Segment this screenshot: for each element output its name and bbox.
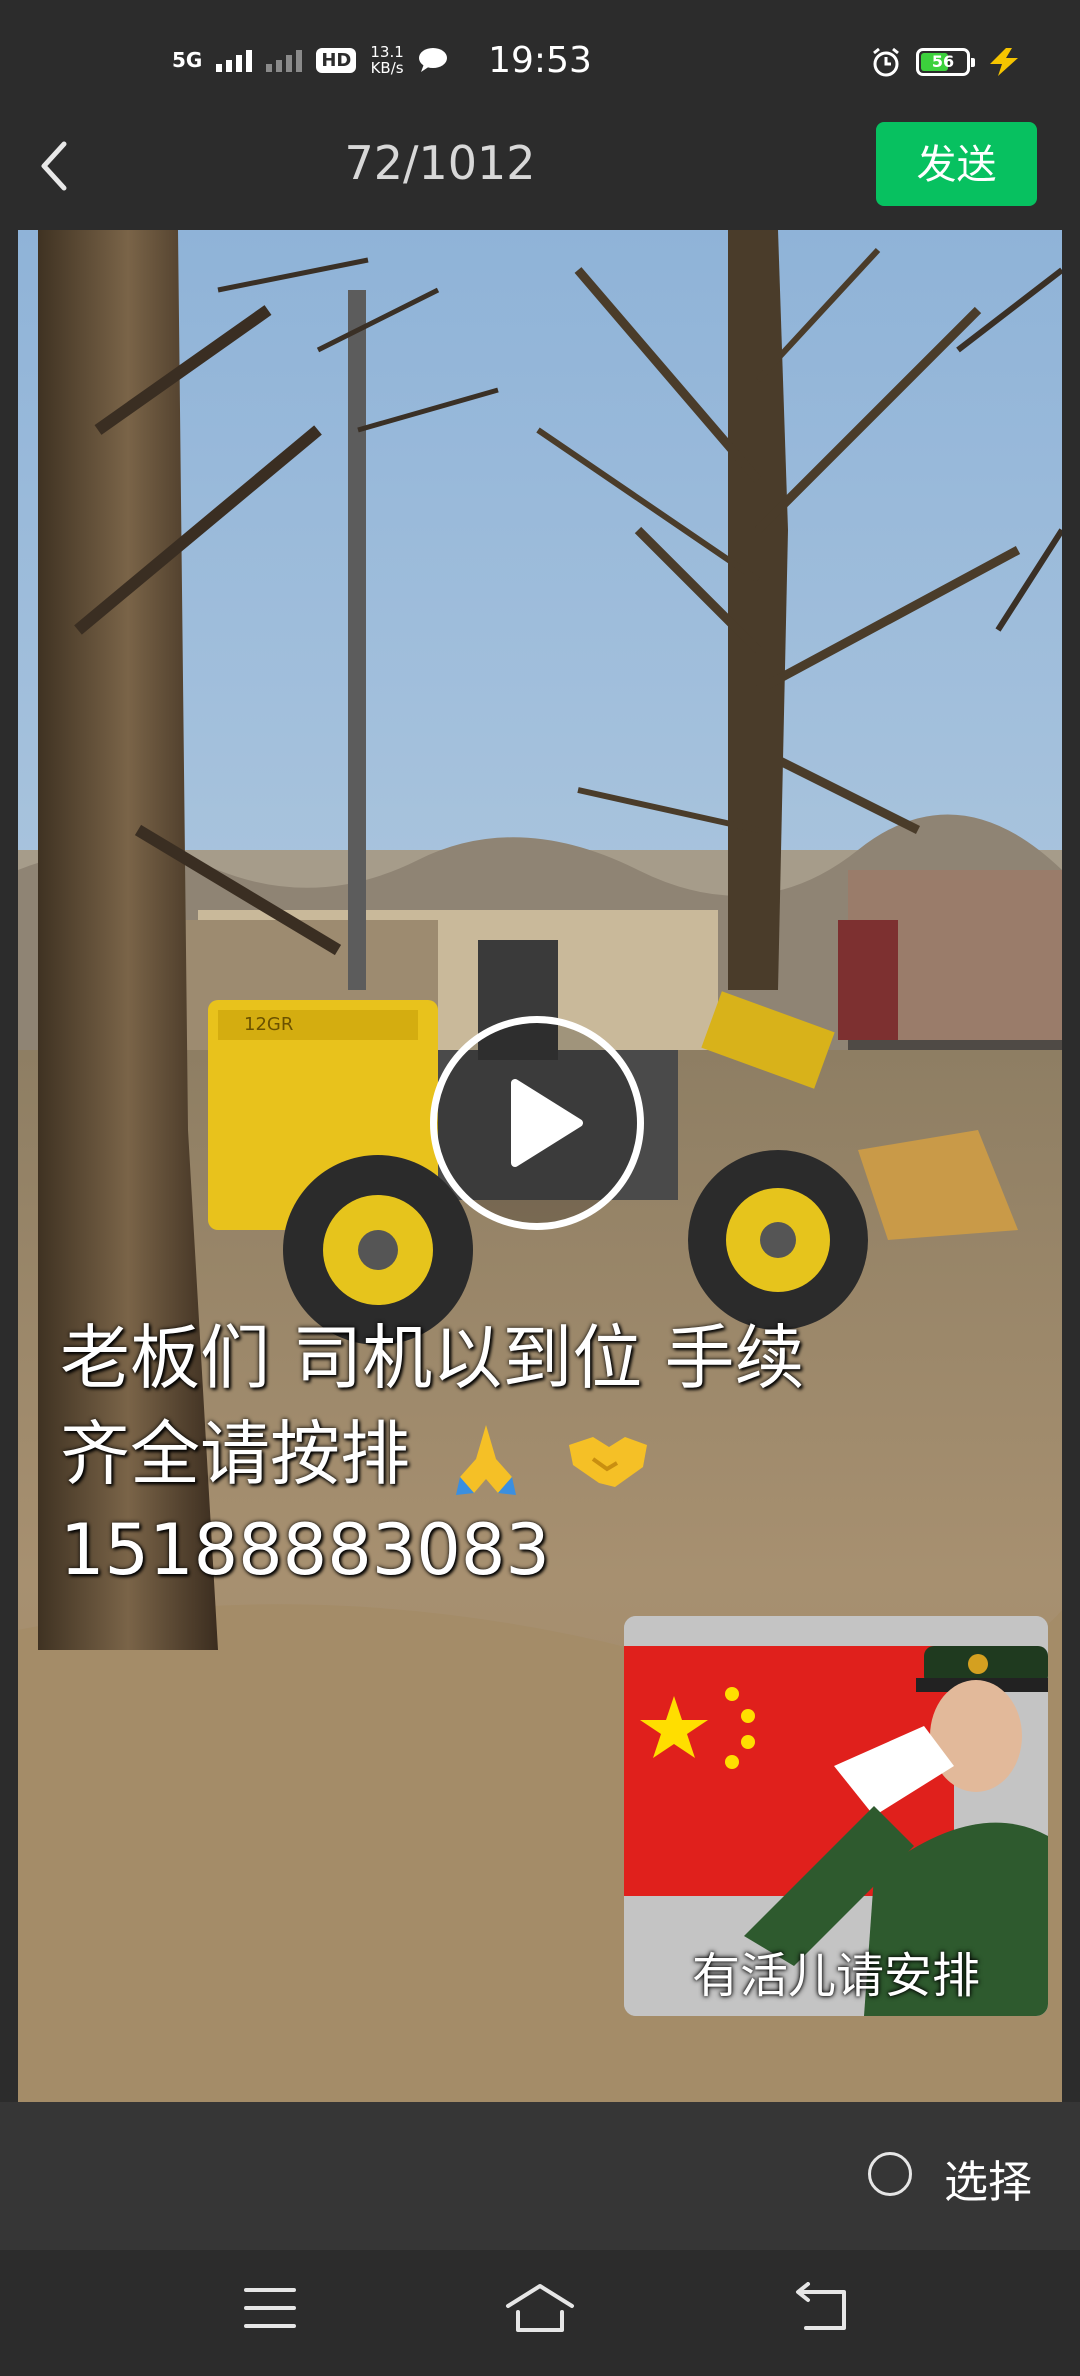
image-counter: 72/1012 <box>344 136 536 190</box>
select-checkbox[interactable] <box>868 2152 912 2196</box>
alarm-icon <box>873 47 899 77</box>
status-bar: 5G HD 13.1 KB/s 19:53 56 <box>0 0 1080 130</box>
video-preview[interactable]: 12GR 老板们 司机以到位 手续 齐全请按排 15188883083 有活儿请… <box>18 230 1062 2102</box>
select-bar <box>0 2102 1080 2250</box>
back-icon[interactable] <box>36 138 76 194</box>
select-label[interactable]: 选择 <box>944 2146 1032 2210</box>
home-icon[interactable] <box>504 2282 576 2334</box>
caption-line-1: 老板们 司机以到位 手续 <box>60 1317 805 1399</box>
sticker-caption: 有活儿请安排 <box>691 1948 980 2004</box>
praying-hands-icon <box>456 1424 517 1495</box>
video-caption: 老板们 司机以到位 手续 齐全请按排 15188883083 <box>60 1310 1000 1598</box>
battery-icon: 56 <box>916 48 975 76</box>
machine-plate: 12GR <box>244 1014 293 1035</box>
caption-line-2-row: 齐全请按排 <box>60 1406 1000 1502</box>
return-icon[interactable] <box>794 2282 850 2334</box>
status-right: 56 <box>870 46 1024 78</box>
salute-sticker: 有活儿请安排 <box>624 1616 1048 2016</box>
play-button[interactable] <box>430 1016 644 1230</box>
handshake-icon <box>568 1436 647 1487</box>
menu-icon[interactable] <box>244 2282 296 2334</box>
send-button[interactable]: 发送 <box>876 122 1037 206</box>
battery-level: 56 <box>931 52 955 71</box>
charging-icon <box>990 48 1018 76</box>
caption-line-2: 齐全请按排 <box>60 1413 410 1495</box>
play-icon <box>511 1079 583 1167</box>
caption-phone: 15188883083 <box>60 1509 550 1591</box>
